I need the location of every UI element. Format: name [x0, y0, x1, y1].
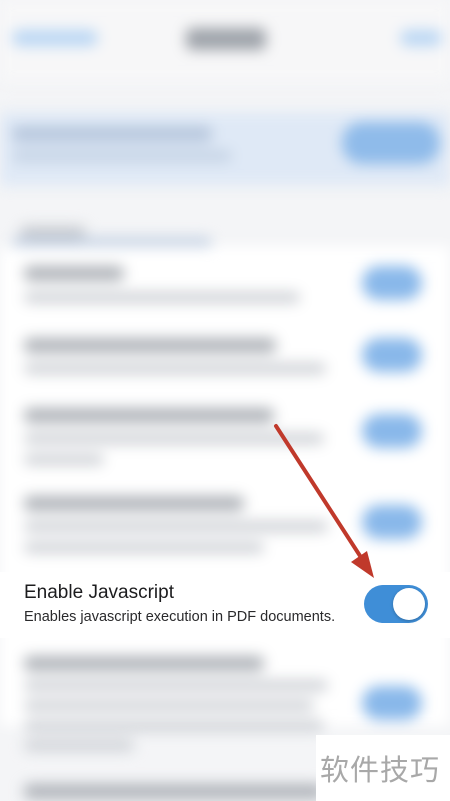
- row-2-subtitle: [24, 363, 326, 374]
- blurred-background: [0, 0, 450, 801]
- settings-card: [0, 246, 450, 726]
- settings-screen: Enable Javascript Enables javascript exe…: [0, 0, 450, 801]
- row-4-subtitle-2: [24, 542, 264, 553]
- row-7-title: [24, 784, 324, 799]
- row-2-title: [24, 338, 276, 353]
- navigation-bar: [0, 0, 450, 82]
- row-6-toggle[interactable]: [362, 686, 422, 720]
- row-3-subtitle-2: [24, 454, 104, 465]
- row-6-subtitle-3: [24, 720, 324, 731]
- row-1-title: [24, 266, 124, 281]
- watermark: 软件技巧: [316, 735, 450, 801]
- enable-javascript-toggle[interactable]: [364, 585, 428, 623]
- toggle-knob[interactable]: [393, 588, 425, 620]
- row-6-subtitle-4: [24, 740, 134, 751]
- enable-javascript-description: Enables javascript execution in PDF docu…: [24, 609, 336, 625]
- section-header: [20, 226, 86, 238]
- row-4-title: [24, 496, 244, 511]
- row-3-subtitle-1: [24, 433, 324, 444]
- row-3-title: [24, 408, 274, 423]
- row-6-subtitle-1: [24, 680, 328, 691]
- row-6-title: [24, 656, 264, 671]
- enable-javascript-row[interactable]: Enable Javascript Enables javascript exe…: [0, 572, 450, 638]
- enable-javascript-title: Enable Javascript: [24, 582, 174, 603]
- row-1-toggle[interactable]: [362, 266, 422, 300]
- nav-title: [186, 28, 266, 50]
- row-1-subtitle: [24, 292, 300, 303]
- row-4-subtitle-1: [24, 521, 328, 532]
- back-button[interactable]: [12, 30, 98, 46]
- nav-right-button[interactable]: [400, 30, 442, 46]
- promo-button[interactable]: [342, 122, 440, 164]
- row-3-toggle[interactable]: [362, 414, 422, 448]
- row-2-toggle[interactable]: [362, 338, 422, 372]
- row-6-subtitle-2: [24, 700, 314, 711]
- promo-line-2: [12, 150, 232, 162]
- promo-line-1: [12, 126, 212, 142]
- watermark-text: 软件技巧: [320, 753, 441, 787]
- row-4-toggle[interactable]: [362, 505, 422, 539]
